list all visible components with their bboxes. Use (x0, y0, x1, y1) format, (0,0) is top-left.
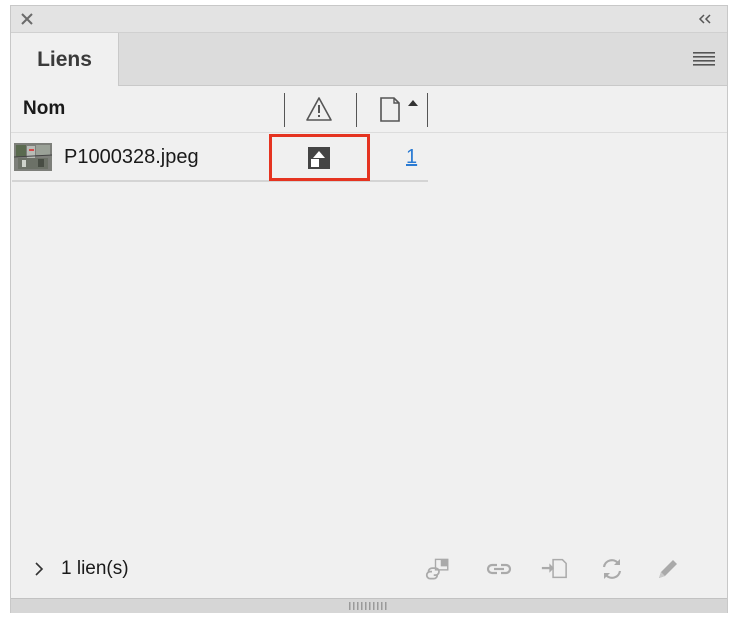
column-divider[interactable] (284, 93, 285, 127)
update-link-icon[interactable] (598, 556, 626, 582)
column-divider[interactable] (427, 93, 428, 127)
column-header-row: Nom (11, 86, 727, 133)
resize-grip-icon[interactable] (349, 602, 389, 610)
tab-strip: Liens (11, 33, 727, 86)
go-to-link-icon[interactable] (540, 556, 568, 582)
resize-grip-bar[interactable] (11, 598, 727, 613)
relink-icon[interactable] (485, 556, 513, 582)
collapse-panel-icon[interactable] (697, 11, 713, 27)
link-filename: P1000328.jpeg (64, 146, 199, 168)
image-thumbnail (14, 143, 52, 171)
panel-titlebar (11, 6, 727, 33)
column-header-name[interactable]: Nom (23, 86, 65, 132)
links-panel: Liens Nom P1000328.jpeg 1 1 lien(s) (10, 5, 728, 613)
relink-from-cc-library-icon[interactable] (425, 556, 453, 582)
page-icon[interactable] (377, 95, 427, 123)
warning-icon[interactable] (305, 95, 333, 123)
panel-footer: 1 lien(s) (11, 540, 727, 598)
tab-links[interactable]: Liens (11, 33, 119, 86)
close-icon[interactable] (19, 11, 35, 27)
link-row[interactable]: P1000328.jpeg 1 (12, 134, 428, 182)
link-page-number[interactable]: 1 (406, 134, 417, 180)
panel-menu-icon[interactable] (693, 51, 715, 67)
edit-original-icon[interactable] (654, 556, 682, 582)
link-count: 1 lien(s) (61, 558, 129, 579)
column-divider[interactable] (356, 93, 357, 127)
chevron-right-icon[interactable] (33, 560, 45, 578)
embedded-icon (308, 147, 330, 169)
